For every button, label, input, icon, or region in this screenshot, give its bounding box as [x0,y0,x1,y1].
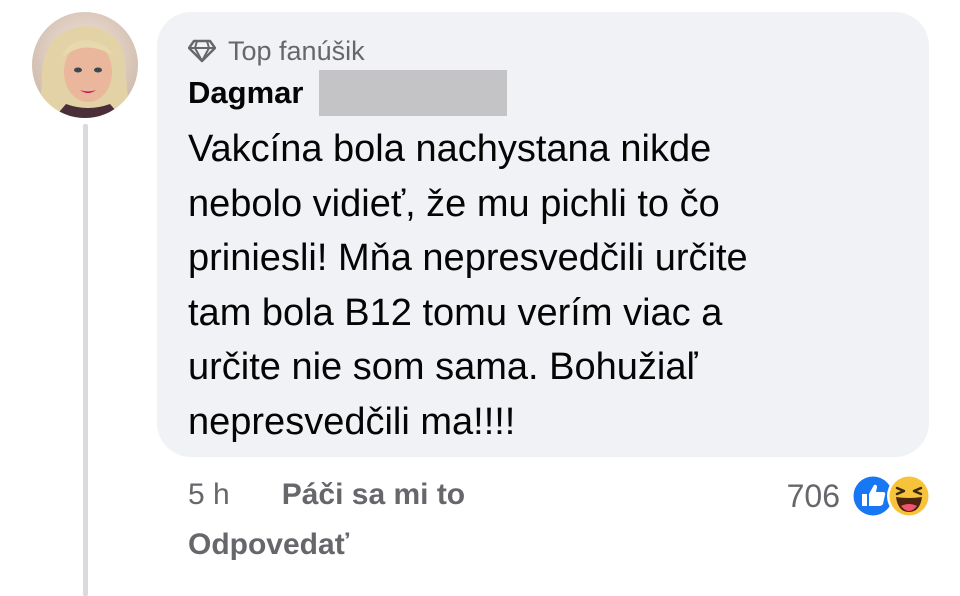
badge-label: Top fanúšik [228,35,365,66]
comment-actions: 5 h Páči sa mi to [188,474,465,516]
thread-line [83,124,88,596]
reaction-count: 706 [786,477,840,514]
avatar[interactable] [32,12,138,118]
author-name[interactable]: Dagmar [188,75,303,111]
comment-screenshot: Top fanúšik Dagmar Vakcína bola nachysta… [0,0,960,596]
top-fan-badge: Top fanúšik [188,34,365,68]
diamond-icon [188,39,216,63]
avatar-image [32,12,138,118]
reply-button[interactable]: Odpovedať [188,528,349,562]
haha-reaction-icon [887,474,931,518]
author-row: Dagmar [188,70,508,116]
timestamp[interactable]: 5 h [188,478,230,512]
redacted-surname [319,70,508,116]
like-button[interactable]: Páči sa mi to [282,478,465,512]
reactions-summary[interactable]: 706 [787,472,932,520]
comment-text: Vakcína bola nachystana nikde nebolo vid… [188,128,748,443]
